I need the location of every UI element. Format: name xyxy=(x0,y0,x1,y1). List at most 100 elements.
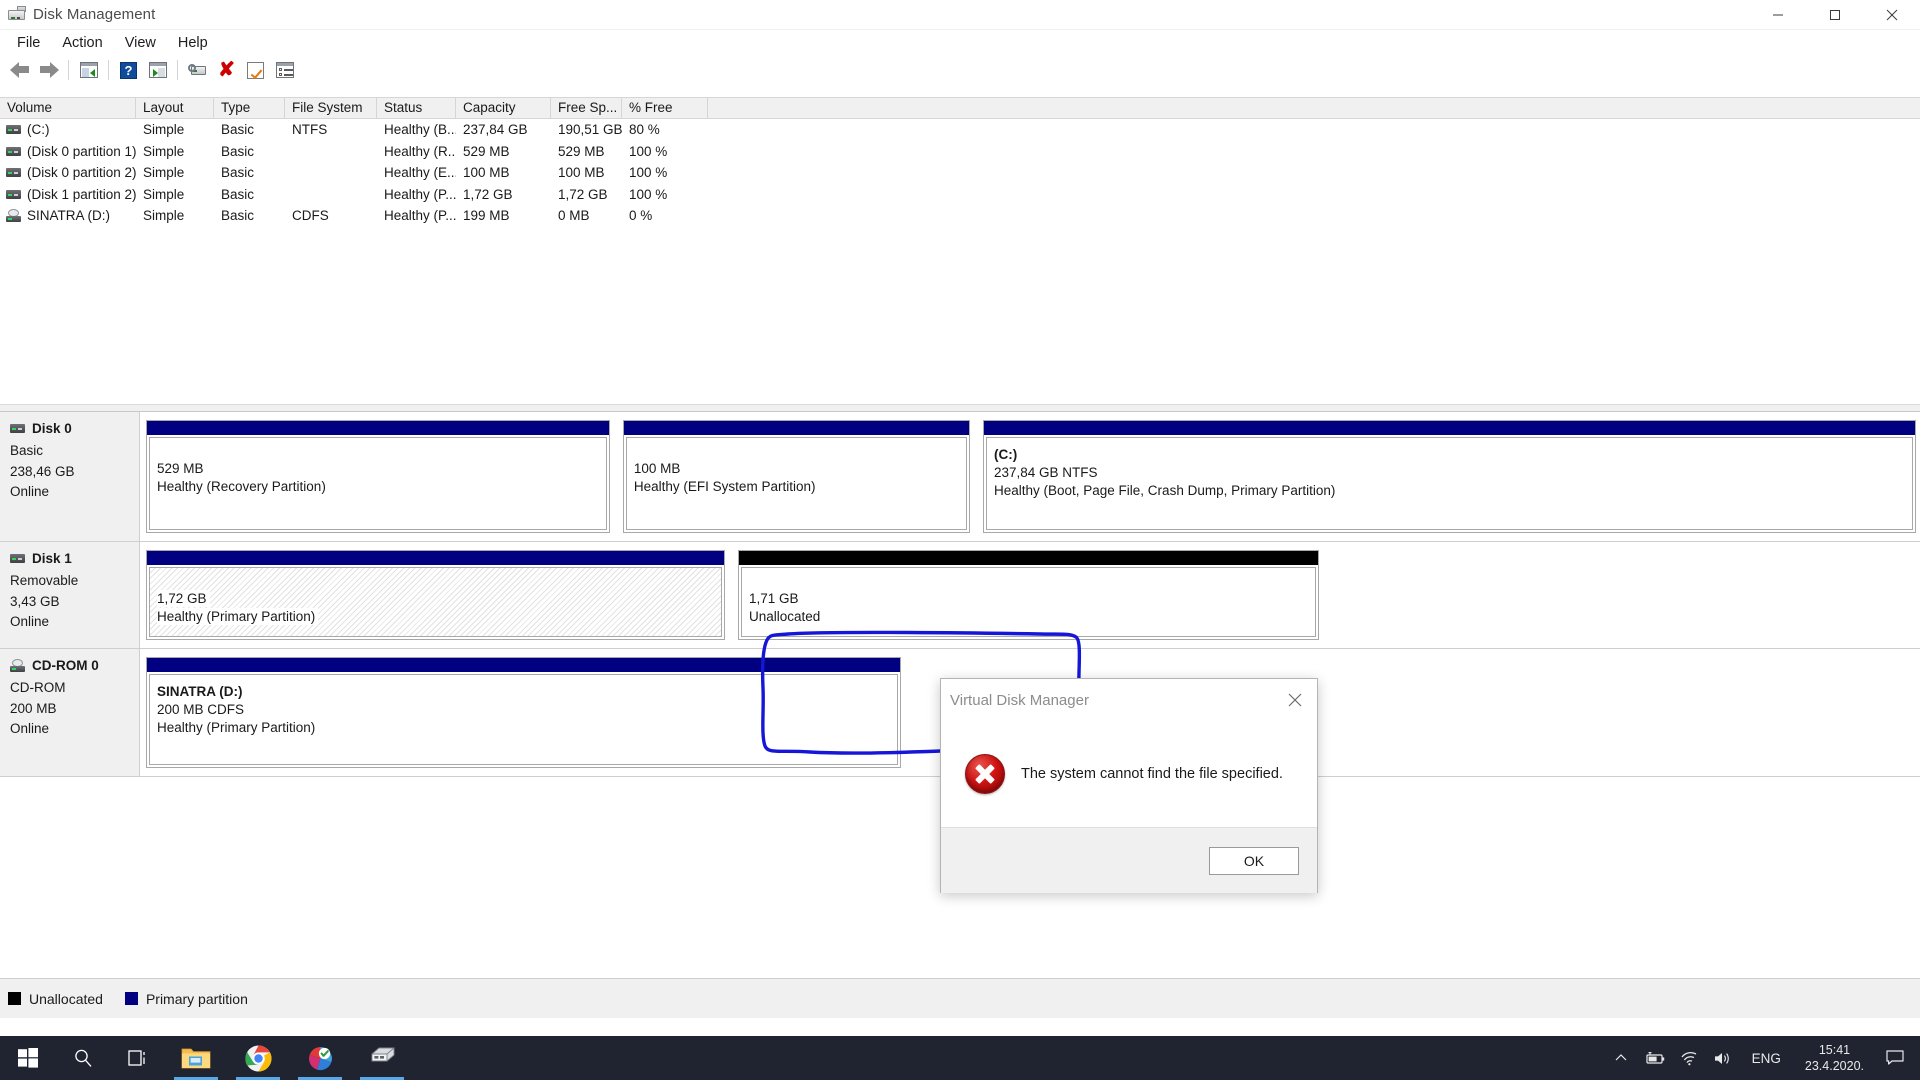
disk-size: 238,46 GB xyxy=(10,463,75,479)
partition-label: SINATRA (D:) xyxy=(157,684,243,699)
column-header-free-space[interactable]: Free Sp... xyxy=(551,98,622,118)
column-header-volume[interactable]: Volume xyxy=(0,98,136,118)
volume-icon[interactable] xyxy=(1706,1036,1740,1080)
search-icon[interactable] xyxy=(55,1036,110,1080)
show-hide-console-tree-icon[interactable] xyxy=(74,57,103,83)
disk-info-disk-1[interactable]: Disk 1 Removable 3,43 GB Online xyxy=(0,542,140,648)
minimize-button[interactable] xyxy=(1749,0,1806,30)
disk-management-icon[interactable] xyxy=(351,1036,413,1080)
virtual-disk-manager-dialog: Virtual Disk Manager The system cannot f… xyxy=(940,678,1318,893)
windows-start-icon[interactable] xyxy=(0,1036,55,1080)
dialog-title-bar: Virtual Disk Manager xyxy=(941,679,1317,721)
partition-size: 1,71 GB xyxy=(748,591,799,606)
dialog-footer: OK xyxy=(941,827,1317,893)
capacity-bar xyxy=(147,551,724,565)
dialog-title: Virtual Disk Manager xyxy=(950,691,1089,709)
menu-file[interactable]: File xyxy=(6,32,51,54)
menu-view[interactable]: View xyxy=(114,32,167,54)
menu-help[interactable]: Help xyxy=(167,32,219,54)
partitions-disk-0: 529 MB Healthy (Recovery Partition) 100 … xyxy=(140,412,1920,541)
forward-arrow-icon[interactable] xyxy=(34,57,63,83)
table-row[interactable]: (Disk 0 partition 1) Simple Basic Health… xyxy=(0,141,1920,163)
help-icon[interactable]: ? xyxy=(114,57,143,83)
list-view-icon[interactable] xyxy=(270,57,299,83)
toolbar: ? ✘ xyxy=(0,55,1920,85)
task-view-icon[interactable] xyxy=(110,1036,165,1080)
show-hidden-icons-icon[interactable] xyxy=(1604,1036,1638,1080)
partition-label: (C:) xyxy=(993,447,1018,462)
cell-capacity: 237,84 GB xyxy=(463,122,528,138)
cell-volume: (Disk 0 partition 1) xyxy=(0,144,136,159)
delete-icon[interactable]: ✘ xyxy=(212,57,241,83)
cell-volume: (Disk 0 partition 2) xyxy=(0,165,136,180)
partition-block[interactable]: SINATRA (D:) 200 MB CDFS Healthy (Primar… xyxy=(146,657,901,768)
partition-size: 237,84 GB NTFS xyxy=(993,465,1098,480)
cell-status: Healthy (E... xyxy=(384,165,456,181)
menu-action[interactable]: Action xyxy=(51,32,113,54)
partition-status: Healthy (EFI System Partition) xyxy=(633,479,816,494)
table-row[interactable]: (C:) Simple Basic NTFS Healthy (B... 237… xyxy=(0,119,1920,141)
cell-volume-label: (C:) xyxy=(27,122,50,138)
column-header-capacity[interactable]: Capacity xyxy=(456,98,551,118)
column-header-type[interactable]: Type xyxy=(214,98,285,118)
wifi-icon[interactable] xyxy=(1672,1036,1706,1080)
back-arrow-icon[interactable] xyxy=(5,57,34,83)
volume-icon xyxy=(6,125,21,135)
partition-size: 200 MB CDFS xyxy=(157,702,245,717)
cell-volume-label: SINATRA (D:) xyxy=(27,208,111,224)
cell-layout: Simple xyxy=(143,165,185,181)
cell-type: Basic xyxy=(221,208,255,224)
file-explorer-icon[interactable] xyxy=(165,1036,227,1080)
partition-wizard-icon[interactable] xyxy=(289,1036,351,1080)
column-header-filler xyxy=(708,98,1920,118)
disk-name: Disk 1 xyxy=(32,551,72,566)
capacity-bar xyxy=(983,421,1915,435)
partition-block[interactable]: 1,71 GB Unallocated xyxy=(737,550,1319,640)
dialog-close-icon[interactable] xyxy=(1273,679,1317,721)
partition-block[interactable]: 1,72 GB Healthy (Primary Partition) xyxy=(146,550,725,640)
disk-row-disk-0: Disk 0 Basic 238,46 GB Online 529 MB Hea… xyxy=(0,412,1920,542)
table-row[interactable]: SINATRA (D:) Simple Basic CDFS Healthy (… xyxy=(0,205,1920,227)
disk-type: Removable xyxy=(10,573,79,588)
partition-block[interactable]: 100 MB Healthy (EFI System Partition) xyxy=(622,420,970,533)
column-header-percent-free[interactable]: % Free xyxy=(622,98,708,118)
properties-disk-icon[interactable] xyxy=(183,57,212,83)
language-indicator[interactable]: ENG xyxy=(1740,1051,1793,1066)
volume-list-header: Volume Layout Type File System Status Ca… xyxy=(0,97,1920,119)
cell-layout: Simple xyxy=(143,143,185,159)
partition-block[interactable]: 529 MB Healthy (Recovery Partition) xyxy=(146,420,610,533)
pane-splitter[interactable] xyxy=(0,404,1920,412)
battery-icon[interactable] xyxy=(1638,1036,1672,1080)
column-header-layout[interactable]: Layout xyxy=(136,98,214,118)
cell-status: Healthy (P... xyxy=(384,186,456,202)
column-header-status[interactable]: Status xyxy=(377,98,456,118)
clock[interactable]: 15:41 23.4.2020. xyxy=(1793,1042,1876,1074)
show-hide-action-pane-icon[interactable] xyxy=(143,57,172,83)
legend-swatch-primary-partition xyxy=(124,992,138,1005)
cell-volume: (C:) xyxy=(0,122,136,137)
partition-block[interactable]: (C:) 237,84 GB NTFS Healthy (Boot, Page … xyxy=(982,420,1916,533)
ok-button[interactable]: OK xyxy=(1209,846,1299,875)
table-row[interactable]: (Disk 0 partition 2) Simple Basic Health… xyxy=(0,162,1920,184)
disk-info-disk-0[interactable]: Disk 0 Basic 238,46 GB Online xyxy=(0,412,140,541)
disk-info-cdrom-0[interactable]: CD-ROM 0 CD-ROM 200 MB Online xyxy=(0,649,140,776)
column-header-file-system[interactable]: File System xyxy=(285,98,377,118)
rescan-disks-icon[interactable] xyxy=(241,57,270,83)
partition-details: (C:) 237,84 GB NTFS Healthy (Boot, Page … xyxy=(985,437,1913,530)
cell-status: Healthy (B... xyxy=(384,122,456,138)
disk-name-row: Disk 1 xyxy=(10,551,139,566)
chrome-icon[interactable] xyxy=(227,1036,289,1080)
capacity-bar xyxy=(738,551,1318,565)
partitions-disk-1: 1,72 GB Healthy (Primary Partition) 1,71… xyxy=(140,542,1920,648)
partition-details: 1,71 GB Unallocated xyxy=(740,567,1316,637)
disk-size: 200 MB xyxy=(10,700,57,716)
maximize-button[interactable] xyxy=(1806,0,1863,30)
table-row[interactable]: (Disk 1 partition 2) Simple Basic Health… xyxy=(0,184,1920,206)
disk-status: Online xyxy=(10,721,50,736)
volume-icon xyxy=(6,168,21,178)
action-center-icon[interactable] xyxy=(1876,1036,1914,1080)
close-button[interactable] xyxy=(1863,0,1920,30)
cell-type: Basic xyxy=(221,143,255,159)
volume-list: Volume Layout Type File System Status Ca… xyxy=(0,96,1920,406)
partition-status: Healthy (Primary Partition) xyxy=(157,720,316,735)
